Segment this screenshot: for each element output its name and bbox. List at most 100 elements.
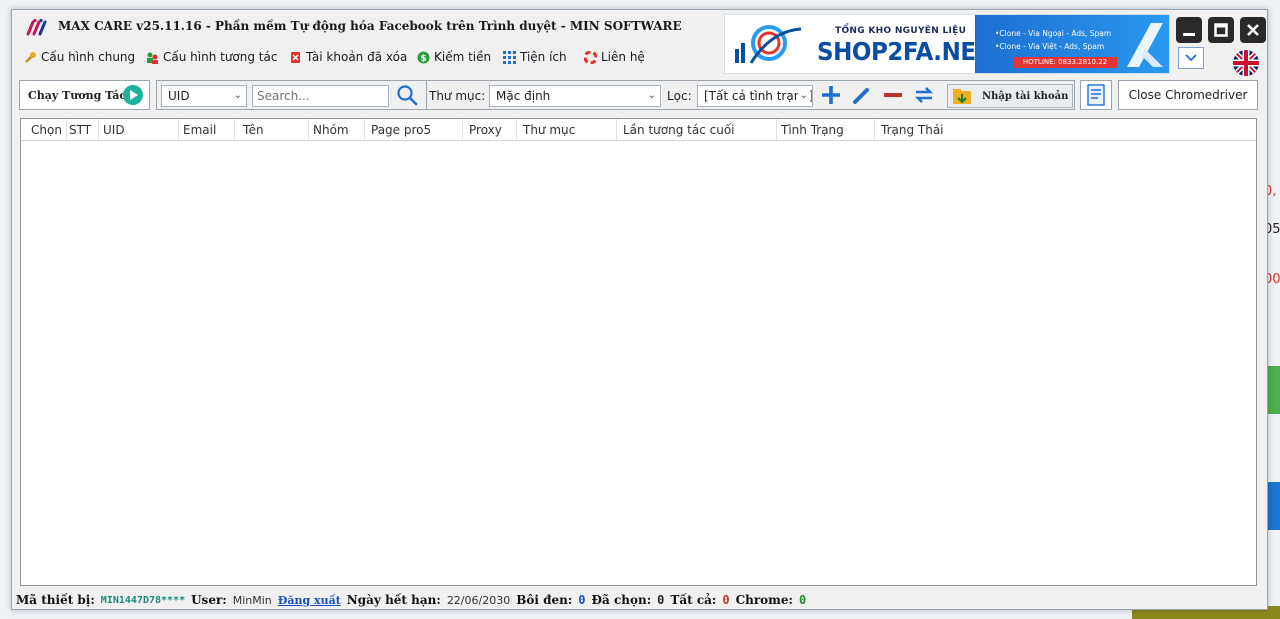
banner-x-logo-icon: [1127, 23, 1163, 67]
search-input[interactable]: [252, 85, 389, 107]
menu-label: Tài khoản đã xóa: [306, 50, 408, 64]
device-id-value: MIN1447D78****: [100, 594, 186, 606]
status-bar: Mã thiết bị: MIN1447D78**** User: MinMin…: [16, 590, 807, 609]
close-icon: [1247, 24, 1259, 36]
import-accounts-label: Nhập tài khoản: [982, 90, 1069, 102]
chevron-down-icon: ⌄: [233, 90, 242, 101]
menu-general-settings[interactable]: Cấu hình chung: [24, 47, 135, 67]
language-uk-flag-icon[interactable]: [1233, 50, 1259, 76]
logout-link[interactable]: Đăng xuất: [278, 594, 341, 607]
background-blue-block: [1266, 482, 1280, 530]
selected-label: Đã chọn:: [591, 593, 652, 607]
banner-brand: SHOP2FA.NET: [817, 37, 991, 66]
expire-label: Ngày hết hạn:: [346, 593, 441, 607]
dollar-icon: $: [417, 51, 430, 64]
column-header[interactable]: Thư mục: [519, 119, 617, 141]
run-interaction-label: Chạy Tương Tác: [28, 88, 127, 102]
wrench-icon: [25, 51, 36, 63]
grid-icon: [503, 50, 516, 64]
column-header[interactable]: Proxy: [465, 119, 517, 141]
lifebuoy-icon: [584, 50, 597, 64]
accounts-table[interactable]: Chọn STT UID Email Tên Nhóm Page pro5 Pr…: [20, 118, 1257, 586]
menu-label: Tiện ích: [520, 50, 567, 64]
search-field-select[interactable]: UID ⌄: [161, 85, 247, 107]
edit-button[interactable]: [850, 83, 874, 107]
pencil-icon: [853, 88, 869, 104]
people-icon: [147, 52, 158, 64]
column-header[interactable]: STT: [65, 119, 99, 141]
maximize-button[interactable]: [1208, 17, 1234, 43]
minimize-icon: [1183, 33, 1195, 36]
menu-label: Liên hệ: [601, 50, 645, 64]
folder-filter-group: Thư mục: Mặc định ⌄ Lọc: [Tất cả tình tr…: [426, 80, 1075, 110]
app-logo-icon: [26, 18, 47, 36]
menu-interaction-settings[interactable]: Cấu hình tương tác: [146, 47, 277, 67]
column-header[interactable]: Trạng Thái: [877, 119, 997, 141]
chrome-count: 0: [798, 593, 807, 607]
selected-count: 0: [657, 593, 665, 607]
plus-icon: [822, 86, 840, 104]
column-header[interactable]: Nhóm: [309, 119, 365, 141]
remove-button[interactable]: [881, 83, 905, 107]
background-green-block: [1266, 366, 1280, 414]
user-value: MinMin: [232, 593, 272, 607]
chevron-down-icon: ⌄: [797, 86, 808, 106]
user-label: User:: [191, 593, 227, 607]
column-header[interactable]: Page pro5: [367, 119, 463, 141]
folder-select[interactable]: Mặc định ⌄: [489, 85, 661, 107]
expand-button[interactable]: [1178, 47, 1204, 69]
column-header[interactable]: Email: [179, 119, 235, 141]
menu-contact[interactable]: Liên hệ: [584, 47, 645, 67]
minimize-button[interactable]: [1176, 17, 1202, 43]
trash-icon: [291, 51, 300, 63]
search-field-value: UID: [168, 89, 190, 103]
column-header[interactable]: Tình Trạng: [777, 119, 875, 141]
column-header[interactable]: Chọn: [27, 119, 67, 141]
chevron-down-icon: [1185, 54, 1197, 62]
close-button[interactable]: [1240, 17, 1266, 43]
chevron-down-icon: ⌄: [647, 90, 656, 101]
document-icon: [1087, 84, 1105, 106]
table-header: Chọn STT UID Email Tên Nhóm Page pro5 Pr…: [21, 119, 1256, 141]
toolbar: Chạy Tương Tác UID ⌄ Thư mục: Mặc định ⌄…: [12, 80, 1267, 112]
banner-line-1: •Clone - Via Ngoại - Ads, Spam: [995, 29, 1112, 38]
close-chromedriver-button[interactable]: Close Chromedriver: [1118, 80, 1258, 110]
maximize-icon: [1214, 23, 1228, 37]
highlighted-count: 0: [578, 593, 586, 607]
menu-utilities[interactable]: Tiện ích: [503, 47, 567, 67]
ad-banner[interactable]: TỔNG KHO NGUYÊN LIỆU SHOP2FA.NET •Clone …: [724, 14, 1170, 74]
menu-deleted-accounts[interactable]: Tài khoản đã xóa: [289, 47, 407, 67]
menu-earn-money[interactable]: $ Kiếm tiền: [417, 47, 491, 67]
device-id-label: Mã thiết bị:: [16, 593, 95, 607]
expire-value: 22/06/2030: [446, 593, 511, 607]
folder-label: Thư mục:: [429, 89, 486, 103]
column-header[interactable]: Tên: [239, 119, 309, 141]
play-icon: [123, 85, 143, 105]
chrome-label: Chrome:: [735, 593, 793, 607]
run-interaction-button[interactable]: Chạy Tương Tác: [19, 80, 150, 110]
banner-hotline: HOTLINE: 0833.2810.22: [1013, 57, 1117, 68]
svg-text:$: $: [420, 54, 426, 64]
main-window: MAX CARE v25.11.16 - Phần mềm Tự động hó…: [11, 9, 1268, 610]
banner-line-2: •Clone - Via Việt - Ads, Spam: [995, 42, 1105, 51]
column-header[interactable]: UID: [99, 119, 179, 141]
refresh-button[interactable]: [912, 83, 936, 107]
menu-label: Cấu hình chung: [41, 50, 136, 64]
search-icon: [397, 85, 418, 106]
banner-tagline: TỔNG KHO NGUYÊN LIỆU: [835, 26, 967, 36]
search-group: UID ⌄: [156, 80, 427, 110]
add-button[interactable]: [819, 83, 843, 107]
swap-arrows-icon: [914, 87, 934, 103]
total-label: Tất cả:: [670, 593, 717, 607]
column-header[interactable]: Lần tương tác cuối: [619, 119, 777, 141]
filter-select[interactable]: [Tất cả tình trạng] ⌄: [697, 85, 813, 107]
document-button[interactable]: [1080, 80, 1112, 110]
import-folder-icon: [953, 89, 971, 104]
filter-label: Lọc:: [667, 89, 692, 103]
shop-logo-icon: [735, 25, 802, 64]
menu-label: Cấu hình tương tác: [163, 50, 278, 64]
search-button[interactable]: [395, 83, 419, 107]
import-accounts-button[interactable]: Nhập tài khoản: [947, 84, 1073, 108]
total-count: 0: [722, 593, 730, 607]
highlighted-label: Bôi đen:: [516, 593, 573, 607]
